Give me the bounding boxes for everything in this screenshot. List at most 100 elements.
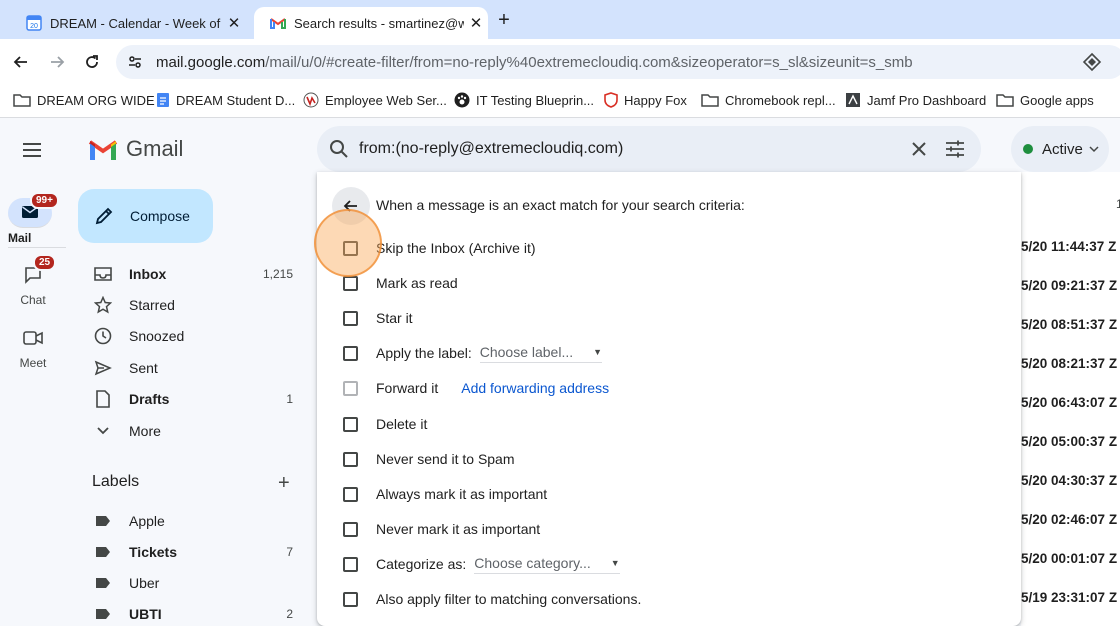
option-never-important[interactable]: Never mark it as important [343, 518, 540, 540]
also-apply-checkbox[interactable] [343, 591, 358, 607]
bookmark-label: IT Testing Blueprin... [476, 92, 595, 108]
pencil-icon [95, 207, 113, 225]
folder-icon [701, 94, 719, 107]
message-timestamp[interactable]: 5/20 00:01:07 Z [1021, 551, 1117, 566]
search-input[interactable]: from:(no-reply@extremecloudiq.com) [359, 140, 911, 158]
tab-calendar[interactable]: 20 DREAM - Calendar - Week of ✕ [18, 7, 246, 39]
message-timestamp[interactable]: 5/20 06:43:07 Z [1021, 395, 1117, 410]
status-dropdown[interactable]: Active [1011, 126, 1109, 172]
message-timestamp[interactable]: 5/20 04:30:37 Z [1021, 473, 1117, 488]
option-label: Skip the Inbox (Archive it) [376, 240, 536, 256]
option-never-spam[interactable]: Never send it to Spam [343, 448, 515, 470]
rail-chat-label: Chat [20, 293, 46, 307]
bookmark-it-testing[interactable]: IT Testing Blueprin... [454, 92, 594, 108]
category-select-value: Choose category... [474, 554, 591, 571]
nav-starred[interactable]: Starred [78, 290, 306, 320]
rail-meet[interactable]: Meet [0, 323, 66, 370]
nav-drafts[interactable]: Drafts 1 [78, 384, 306, 414]
tab-close-icon[interactable]: ✕ [464, 14, 488, 32]
bookmark-happy-fox[interactable]: Happy Fox [604, 92, 687, 108]
bookmark-dream-student[interactable]: DREAM Student D... [156, 92, 295, 108]
never-important-checkbox[interactable] [343, 521, 358, 537]
gmail-logo[interactable]: Gmail [88, 136, 183, 162]
mail-search-bar[interactable]: from:(no-reply@extremecloudiq.com) [317, 126, 981, 172]
bookmark-chromebook[interactable]: Chromebook repl... [701, 92, 836, 108]
mark-read-checkbox[interactable] [343, 275, 358, 291]
option-label: Never send it to Spam [376, 451, 515, 467]
option-star[interactable]: Star it [343, 307, 413, 329]
message-timestamp[interactable]: 5/20 09:21:37 Z [1021, 278, 1117, 293]
rail-chat[interactable]: 25 Chat [0, 254, 66, 307]
category-select[interactable]: Choose category... ▼ [474, 554, 620, 574]
option-forward[interactable]: Forward it Add forwarding address [343, 377, 609, 399]
forward-checkbox[interactable] [343, 380, 358, 396]
back-button[interactable] [8, 49, 34, 75]
option-always-important[interactable]: Always mark it as important [343, 483, 547, 505]
option-apply-label[interactable]: Apply the label: Choose label... ▼ [343, 342, 603, 364]
label-select[interactable]: Choose label... ▼ [479, 343, 603, 363]
site-info-button[interactable] [122, 49, 148, 75]
dropdown-arrow-icon: ▼ [610, 557, 620, 568]
compose-button[interactable]: Compose [78, 189, 213, 243]
nav-label: Sent [129, 360, 158, 376]
message-timestamp[interactable]: 5/20 02:46:07 Z [1021, 512, 1117, 527]
search-options-icon[interactable] [945, 140, 965, 158]
add-forwarding-address-link[interactable]: Add forwarding address [461, 380, 609, 396]
main-menu-button[interactable] [20, 138, 44, 167]
clear-search-icon[interactable] [911, 141, 927, 157]
bookmark-google-apps[interactable]: Google apps [996, 92, 1094, 108]
create-label-button[interactable]: + [278, 473, 290, 493]
reload-button[interactable] [79, 49, 105, 75]
option-label: Mark as read [376, 275, 458, 291]
nav-more[interactable]: More [78, 416, 306, 446]
option-label: Never mark it as important [376, 521, 541, 537]
label-ubti[interactable]: UBTI 2 [78, 599, 306, 626]
tab-title: Search results - smartinez@w [294, 15, 464, 31]
option-delete[interactable]: Delete it [343, 413, 427, 435]
message-timestamp[interactable]: 5/20 05:00:37 Z [1021, 434, 1117, 449]
option-also-apply[interactable]: Also apply filter to matching conversati… [343, 588, 641, 610]
label-name: Apple [129, 513, 165, 529]
bookmark-label: Employee Web Ser... [325, 92, 447, 108]
nav-sent[interactable]: Sent [78, 353, 306, 383]
option-categorize[interactable]: Categorize as: Choose category... ▼ [343, 553, 620, 575]
label-tag-icon [94, 515, 112, 527]
dropdown-arrow-icon: ▼ [593, 346, 603, 357]
rail-mail[interactable]: 99+ Mail [0, 192, 66, 248]
star-checkbox[interactable] [343, 310, 358, 326]
forward-button[interactable] [44, 49, 70, 75]
label-select-value: Choose label... [479, 343, 574, 360]
bookmark-employee-web[interactable]: Employee Web Ser... [303, 92, 447, 108]
bookmark-dream-org[interactable]: DREAM ORG WIDE [13, 92, 155, 108]
apply-label-checkbox[interactable] [343, 345, 358, 361]
new-tab-button[interactable]: + [490, 8, 518, 34]
extension-icon[interactable] [1082, 52, 1102, 72]
label-apple[interactable]: Apple [78, 506, 306, 536]
nav-inbox[interactable]: Inbox 1,215 [78, 259, 306, 289]
option-mark-read[interactable]: Mark as read [343, 272, 458, 294]
always-important-checkbox[interactable] [343, 486, 358, 502]
message-timestamp[interactable]: 5/20 08:51:37 Z [1021, 317, 1117, 332]
search-icon[interactable] [329, 139, 349, 159]
delete-checkbox[interactable] [343, 416, 358, 432]
label-uber[interactable]: Uber [78, 568, 306, 598]
option-label: Forward it [376, 380, 439, 396]
shield-icon [604, 92, 618, 108]
message-timestamp[interactable]: 5/20 11:44:37 Z [1021, 239, 1116, 254]
tab-gmail[interactable]: Search results - smartinez@w ✕ [254, 7, 488, 39]
tab-close-icon[interactable]: ✕ [222, 14, 246, 32]
gmail-logo-text: Gmail [126, 136, 184, 161]
bookmark-label: DREAM Student D... [176, 92, 296, 108]
address-bar[interactable]: mail.google.com/mail/u/0/#create-filter/… [116, 45, 1120, 79]
label-count: 2 [286, 607, 293, 621]
message-timestamp[interactable]: 5/20 08:21:37 Z [1021, 356, 1117, 371]
never-spam-checkbox[interactable] [343, 451, 358, 467]
url-host: mail.google.com [156, 53, 266, 71]
nav-snoozed[interactable]: Snoozed [78, 321, 306, 351]
message-list: 1 5/20 11:44:37 Z 5/20 09:21:37 Z 5/20 0… [1021, 172, 1120, 626]
bookmark-jamf[interactable]: Jamf Pro Dashboard [845, 92, 986, 108]
categorize-checkbox[interactable] [343, 556, 358, 572]
message-timestamp[interactable]: 5/19 23:31:07 Z [1021, 590, 1117, 605]
docs-icon [157, 93, 169, 107]
label-tickets[interactable]: Tickets 7 [78, 537, 306, 567]
